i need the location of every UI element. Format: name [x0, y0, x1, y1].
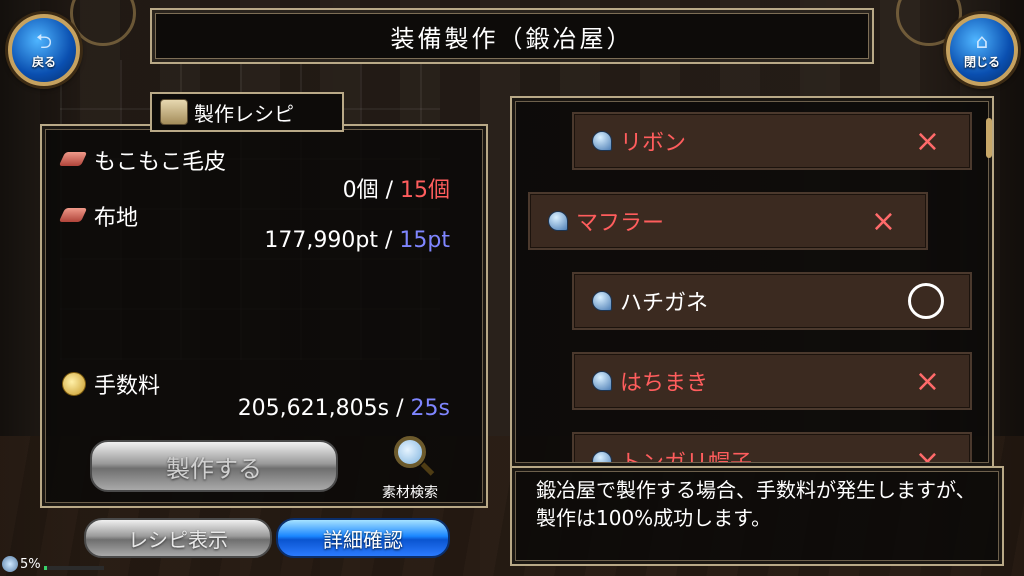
list-scrollbar[interactable] [986, 118, 992, 158]
list-item[interactable]: トンガリ帽子 × [572, 432, 972, 462]
list-item[interactable]: ハチガネ [572, 272, 972, 330]
return-arrow-icon: ⮌ [35, 28, 53, 53]
status-gauge-fill [44, 566, 47, 570]
hat-icon [592, 371, 612, 391]
available-mark [908, 283, 944, 319]
craft-button[interactable]: 製作する [90, 440, 338, 492]
list-item-selected[interactable]: マフラー × [528, 192, 928, 250]
item-name: トンガリ帽子 [620, 445, 752, 462]
header-title-bar: 装備製作（鍛冶屋） [150, 8, 874, 64]
close-label: 閉じる [963, 54, 1000, 69]
status-percent: 5% [20, 556, 41, 572]
quantity-separator: / [384, 228, 393, 253]
item-name: リボン [620, 131, 687, 156]
quantity-separator: / [385, 178, 393, 203]
back-button[interactable]: ⮌ 戻る [8, 14, 80, 86]
recipe-display-button[interactable]: レシピ表示 [84, 518, 272, 558]
magnifier-icon [394, 436, 426, 468]
close-button[interactable]: ⌂ 閉じる [946, 14, 1018, 86]
material-search-label: 素材検索 [382, 485, 438, 501]
coin-icon [62, 372, 86, 396]
list-item[interactable]: リボン × [572, 112, 972, 170]
unavailable-mark: × [914, 443, 940, 463]
home-icon: ⌂ [975, 28, 989, 53]
material-name: 布地 [94, 206, 139, 231]
hat-icon [592, 451, 612, 462]
status-indicator: 5% [2, 556, 41, 572]
hat-icon [548, 211, 568, 231]
material-need: 15pt [399, 228, 450, 253]
material-have: 0個 [342, 178, 379, 203]
fee-have: 205,621,805s [237, 396, 390, 421]
list-item[interactable]: はちまき × [572, 352, 972, 410]
hat-icon [592, 291, 612, 311]
quantity-separator: / [396, 396, 404, 421]
list-clip: トンガリ帽子 × [572, 432, 972, 462]
unavailable-mark: × [914, 123, 940, 159]
material-need: 15個 [400, 178, 450, 203]
status-orb-icon [2, 556, 18, 572]
fee-quantity: 205,621,805s / 25s [150, 396, 450, 421]
back-label: 戻る [31, 54, 56, 69]
scroll-icon [160, 99, 188, 125]
status-gauge [44, 566, 104, 570]
message-text: 鍛冶屋で製作する場合、手数料が発生しますが、製作は100%成功します。 [536, 478, 976, 530]
fee-need: 25s [410, 396, 450, 421]
material-search-button[interactable]: 素材検索 [370, 436, 450, 501]
item-name: はちまき [620, 371, 709, 396]
material-have: 177,990pt [264, 228, 378, 253]
hat-icon [592, 131, 612, 151]
material-name: もこもこ毛皮 [94, 150, 227, 175]
detail-confirm-button[interactable]: 詳細確認 [276, 518, 450, 558]
item-name: マフラー [576, 211, 665, 236]
material-quantity: 177,990pt / 15pt [200, 228, 450, 253]
material-quantity: 0個 / 15個 [250, 172, 450, 204]
page-title: 装備製作（鍛冶屋） [390, 24, 634, 53]
unavailable-mark: × [914, 363, 940, 399]
unavailable-mark: × [870, 203, 896, 239]
recipe-title: 製作レシピ [194, 101, 294, 126]
recipe-title-plate: 製作レシピ [150, 92, 344, 132]
item-name: ハチガネ [620, 291, 709, 316]
